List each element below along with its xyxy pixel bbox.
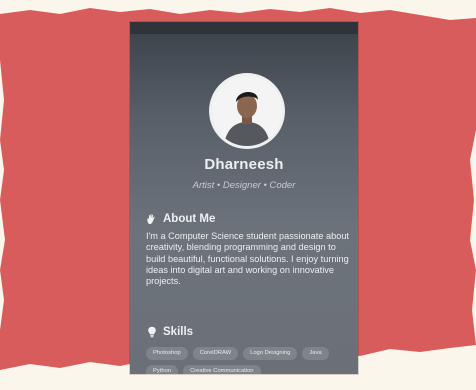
skill-chip: Creative Communication	[183, 365, 261, 374]
skills-section-title: Skills	[146, 326, 193, 338]
avatar	[212, 76, 282, 146]
skills-list: Photoshop CorelDRAW Logo Designing Java …	[146, 347, 350, 374]
profile-card: Dharneesh Artist • Designer • Coder Abou…	[130, 22, 358, 374]
skill-chip: Logo Designing	[243, 347, 298, 360]
about-text: I'm a Computer Science student passionat…	[146, 231, 349, 287]
skill-chip: Python	[146, 365, 179, 374]
card-top-bar	[130, 22, 358, 34]
skills-title-label: Skills	[163, 326, 194, 338]
about-title-label: About Me	[163, 213, 216, 225]
lightbulb-icon	[146, 326, 158, 338]
skill-chip: Photoshop	[146, 347, 188, 360]
profile-name: Dharneesh	[204, 156, 284, 173]
skill-chip: CorelDRAW	[192, 347, 239, 360]
skill-chip: Java	[302, 347, 329, 360]
about-section-title: About Me	[146, 213, 215, 225]
waving-hand-icon	[146, 213, 158, 225]
profile-tagline: Artist • Designer • Coder	[192, 180, 296, 191]
